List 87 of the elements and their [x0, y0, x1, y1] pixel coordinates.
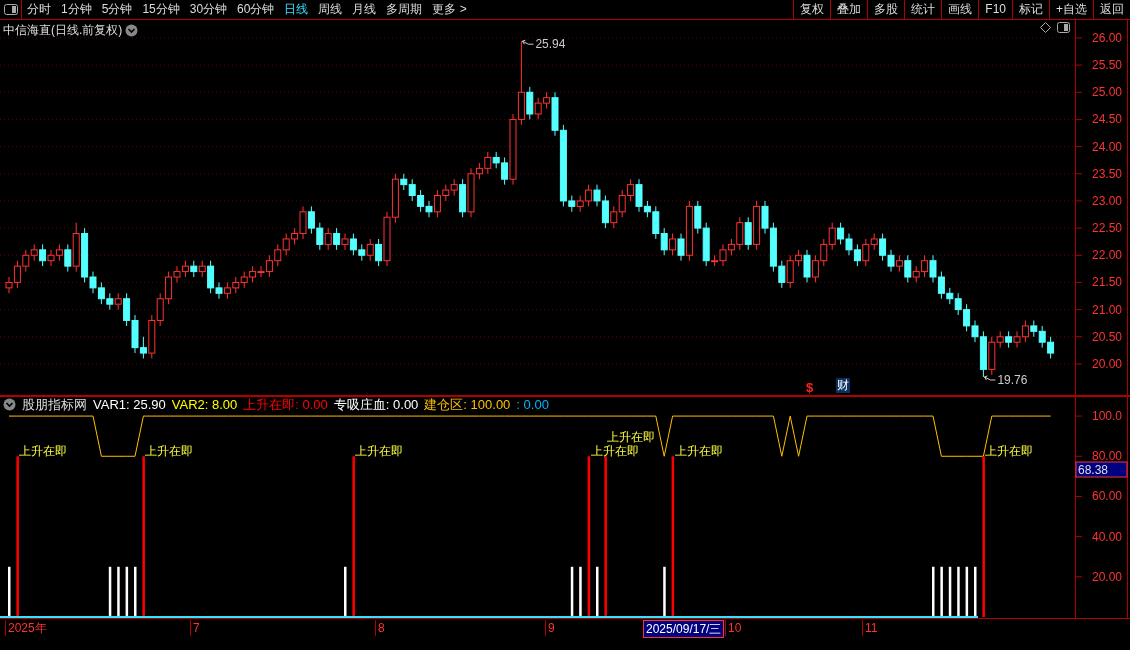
date-label: 2025年 — [5, 620, 49, 636]
signal-bar — [570, 566, 574, 617]
signal-bar — [974, 566, 977, 617]
diamond-icon[interactable] — [1040, 22, 1051, 33]
price-label: 19.76 — [997, 373, 1028, 387]
period-tab[interactable]: 更多 > — [427, 0, 472, 19]
toolbar-button[interactable]: 叠加 — [830, 0, 868, 19]
chevron-down-icon[interactable] — [3, 398, 16, 411]
toolbar-button[interactable]: +自选 — [1049, 0, 1093, 19]
toolbar-button[interactable]: 画线 — [941, 0, 979, 19]
signal-label: 上升在即 — [985, 444, 1034, 459]
date-label: 7 — [190, 620, 202, 636]
dollar-marker[interactable]: $ — [806, 380, 814, 395]
axis-label: 20.00 — [1092, 356, 1123, 371]
signal-bar — [125, 566, 129, 617]
indicator-value: 建仓区: 100.00 — [424, 397, 511, 412]
axis-label: 21.00 — [1092, 302, 1123, 317]
period-tab[interactable]: 日线 — [279, 0, 314, 19]
signal-bar — [579, 566, 582, 617]
cursor-value: 68.38 — [1075, 461, 1128, 478]
toolbar-button[interactable]: 标记 — [1012, 0, 1049, 19]
toolbar-button[interactable]: F10 — [978, 0, 1012, 19]
axis-label: 23.50 — [1092, 166, 1123, 181]
period-tab[interactable]: 15分钟 — [137, 0, 185, 19]
date-label: 9 — [545, 620, 557, 636]
period-tab[interactable]: 60分钟 — [232, 0, 280, 19]
panel-toggle-icon[interactable] — [1057, 22, 1070, 33]
signal-bar — [957, 566, 960, 617]
axis-label: 20.50 — [1092, 329, 1123, 344]
axis-label: 21.50 — [1092, 275, 1123, 290]
period-tab[interactable]: 多周期 — [381, 0, 428, 19]
period-tab[interactable]: 分时 — [22, 0, 56, 19]
signal-bar — [108, 566, 112, 617]
signal-label: 上升在即 — [607, 430, 656, 445]
signal-bar — [134, 566, 137, 617]
axis-label: 100.0 — [1092, 409, 1123, 424]
axis-label: 25.00 — [1092, 85, 1123, 100]
period-tab[interactable]: 1分钟 — [56, 0, 97, 19]
axis-label: 60.00 — [1092, 489, 1123, 504]
price-label: 25.94 — [535, 37, 566, 52]
signal-bar — [948, 566, 952, 617]
finance-marker[interactable]: 财 — [836, 378, 850, 393]
toolbar-button[interactable]: 返回 — [1093, 0, 1130, 19]
indicator-value: VAR1: 25.90 — [93, 397, 166, 412]
date-label: 11 — [862, 620, 880, 636]
signal-bar — [932, 566, 935, 617]
signal-bar — [596, 566, 599, 617]
chart-title: 中信海直(日线.前复权) — [3, 22, 123, 39]
signal-bar — [344, 566, 347, 617]
period-tab[interactable]: 5分钟 — [96, 0, 138, 19]
indicator-value: 上升在即: 0.00 — [243, 397, 328, 412]
pointer-arrow-icon — [983, 375, 996, 381]
chevron-down-icon[interactable] — [125, 23, 139, 37]
axis-label: 80.00 — [1092, 449, 1123, 464]
period-tab[interactable]: 30分钟 — [184, 0, 233, 19]
indicator-value: : 0.00 — [516, 397, 549, 412]
axis-label: 24.50 — [1092, 112, 1123, 127]
axis-label: 20.00 — [1092, 569, 1123, 584]
signal-label: 上升在即 — [145, 444, 194, 459]
toolbar-button[interactable]: 统计 — [904, 0, 942, 19]
axis-label: 26.00 — [1092, 30, 1123, 45]
axis-label: 22.00 — [1092, 248, 1123, 263]
axis-label: 25.50 — [1092, 58, 1123, 73]
axis-label: 23.00 — [1092, 193, 1123, 208]
signal-bar — [8, 566, 11, 617]
signal-bar — [965, 566, 969, 617]
date-label: 8 — [375, 620, 387, 636]
signal-label: 上升在即 — [674, 444, 723, 459]
signal-bar — [940, 566, 943, 617]
axis-label: 40.00 — [1092, 529, 1123, 544]
date-label: 10 — [725, 620, 744, 636]
pointer-arrow-icon — [521, 39, 534, 45]
signal-label: 上升在即 — [19, 444, 68, 459]
signal-label: 上升在即 — [355, 444, 404, 459]
axis-label: 24.00 — [1092, 139, 1123, 154]
period-tab[interactable]: 周线 — [313, 0, 348, 19]
indicator-value: 专吸庄血: 0.00 — [333, 397, 419, 412]
period-tab[interactable]: 月线 — [347, 0, 382, 19]
indicator-name: 股朋指标网 — [22, 397, 87, 412]
signal-bar — [663, 566, 666, 617]
toolbar-button[interactable]: 复权 — [793, 0, 831, 19]
axis-label: 22.50 — [1092, 221, 1123, 236]
date-label: 2025/09/17/三 — [643, 620, 725, 638]
signal-label: 上升在即 — [590, 444, 639, 459]
toolbar-button[interactable]: 多股 — [867, 0, 905, 19]
indicator-value: VAR2: 8.00 — [171, 397, 238, 412]
signal-bar — [117, 566, 120, 617]
